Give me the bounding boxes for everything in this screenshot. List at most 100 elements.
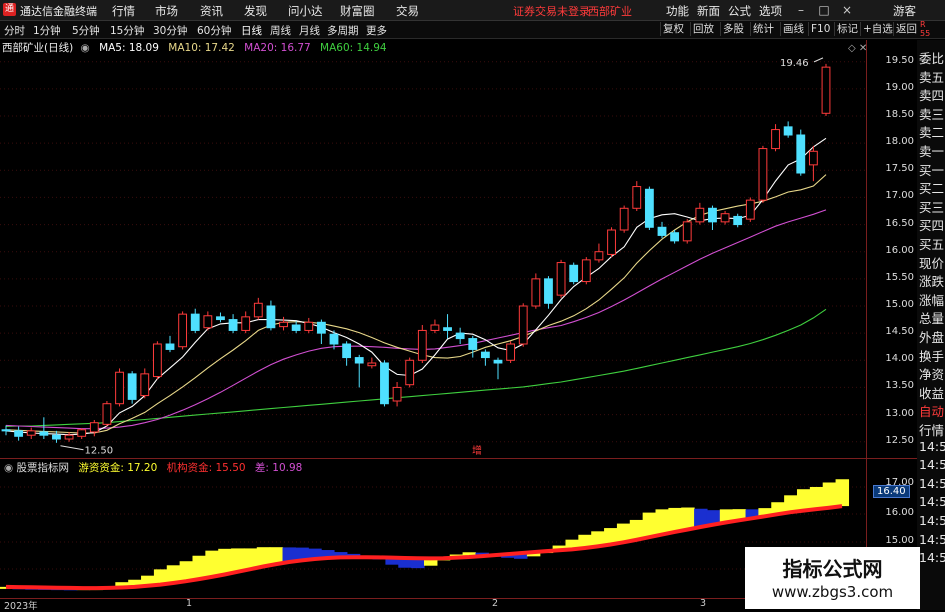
candle[interactable]	[430, 324, 440, 331]
candle[interactable]	[455, 332, 465, 340]
function-button[interactable]: 功能	[666, 3, 689, 19]
candle[interactable]	[115, 371, 124, 405]
candle[interactable]	[253, 302, 263, 318]
panel-toggle[interactable]: R 55	[920, 20, 930, 38]
candle[interactable]	[796, 134, 806, 174]
mark-button[interactable]: 标记	[834, 22, 860, 36]
candle[interactable]	[304, 321, 314, 331]
candle[interactable]	[354, 357, 364, 364]
candle[interactable]	[682, 221, 692, 242]
candle[interactable]	[758, 148, 768, 201]
quote-panel-item[interactable]: 14:5	[919, 457, 945, 472]
period-tab-60min[interactable]: 60分钟	[197, 23, 231, 38]
candle[interactable]	[607, 229, 616, 255]
candle[interactable]	[518, 305, 528, 345]
candle[interactable]	[342, 343, 352, 359]
candle[interactable]	[1, 429, 11, 432]
indicator-settings-icon[interactable]: ◉	[4, 462, 17, 474]
candle[interactable]	[443, 327, 452, 331]
candle[interactable]	[581, 259, 591, 283]
candle[interactable]	[771, 129, 780, 150]
candlestick-chart[interactable]: 19.46 12.50 增	[0, 40, 866, 458]
quote-panel-item[interactable]: 14:5	[919, 439, 945, 454]
candle[interactable]	[644, 188, 654, 228]
candle[interactable]	[52, 434, 61, 440]
period-tab-daily[interactable]: 日线	[241, 23, 262, 38]
period-tab-monthly[interactable]: 月线	[299, 23, 320, 38]
candle[interactable]	[556, 262, 566, 296]
candle[interactable]	[77, 429, 87, 437]
menu-item-trade[interactable]: 交易	[396, 3, 419, 19]
candle[interactable]	[468, 338, 478, 350]
stats-button[interactable]: 统计	[750, 22, 776, 36]
candle[interactable]	[241, 316, 251, 331]
new-page-button[interactable]: 新面	[697, 3, 720, 19]
quote-panel-item[interactable]: 14:5	[919, 513, 945, 528]
candle[interactable]	[670, 232, 680, 242]
candle[interactable]	[544, 278, 553, 304]
period-tab-1min[interactable]: 1分钟	[33, 23, 61, 38]
period-tab-more[interactable]: 更多	[366, 23, 387, 38]
back-button[interactable]: 返回	[893, 22, 919, 36]
candle[interactable]	[216, 316, 225, 321]
candle[interactable]	[102, 403, 112, 425]
candle[interactable]	[190, 313, 200, 331]
candle[interactable]	[140, 373, 150, 397]
chart-options-icon[interactable]: ◇ ✕	[848, 43, 867, 54]
period-tab-multi[interactable]: 多周期	[327, 23, 359, 38]
candle[interactable]	[178, 313, 188, 348]
candle[interactable]	[808, 150, 818, 166]
candle[interactable]	[39, 431, 49, 436]
period-tab-15min[interactable]: 15分钟	[110, 23, 144, 38]
candle[interactable]	[783, 126, 793, 136]
draw-line-button[interactable]: 画线	[780, 22, 806, 36]
adjust-button[interactable]: 复权	[660, 22, 686, 36]
candle[interactable]	[695, 207, 705, 223]
candle[interactable]	[531, 278, 541, 307]
menu-item-wealth[interactable]: 财富圈	[340, 3, 375, 19]
candle[interactable]	[14, 430, 24, 437]
candle[interactable]	[228, 319, 238, 331]
period-tab-weekly[interactable]: 周线	[270, 23, 291, 38]
candle[interactable]	[291, 324, 301, 331]
candle[interactable]	[367, 362, 377, 367]
candle[interactable]	[506, 343, 516, 361]
menu-item-market[interactable]: 市场	[155, 3, 178, 19]
guest-button[interactable]: 游客	[893, 3, 916, 19]
candle[interactable]	[417, 329, 427, 361]
period-tab-5min[interactable]: 5分钟	[72, 23, 100, 38]
candle[interactable]	[203, 315, 213, 329]
candle[interactable]	[279, 321, 288, 328]
candle[interactable]	[152, 343, 162, 378]
candle[interactable]	[821, 66, 831, 114]
candle[interactable]	[594, 251, 604, 261]
candle[interactable]	[619, 207, 629, 231]
menu-item-ask[interactable]: 问小达	[288, 3, 323, 19]
indicator-chart[interactable]	[0, 458, 866, 599]
quote-panel-item[interactable]: 14:5	[919, 532, 945, 547]
candle[interactable]	[657, 226, 667, 236]
close-icon[interactable]: ×	[838, 1, 856, 19]
minimize-icon[interactable]: –	[792, 1, 810, 19]
candle[interactable]	[89, 422, 99, 433]
quote-panel-item[interactable]: 行情	[919, 420, 944, 439]
quote-panel-item[interactable]: 14:5	[919, 476, 945, 491]
quote-panel-item[interactable]: 自动	[919, 401, 944, 420]
candle[interactable]	[405, 359, 415, 386]
period-tab-30min[interactable]: 30分钟	[153, 23, 187, 38]
menu-item-discover[interactable]: 发现	[244, 3, 267, 19]
candle[interactable]	[733, 215, 743, 226]
candle[interactable]	[329, 333, 339, 345]
candle[interactable]	[316, 321, 326, 334]
candle[interactable]	[165, 343, 175, 350]
candle[interactable]	[480, 351, 490, 359]
candle[interactable]	[745, 199, 755, 220]
add-watchlist-button[interactable]: +自选	[860, 22, 895, 36]
menu-item-news[interactable]: 资讯	[200, 3, 223, 19]
settings-icon[interactable]: ◉	[81, 42, 90, 54]
candle[interactable]	[127, 373, 137, 400]
quote-panel-item[interactable]: 14:5	[919, 550, 945, 565]
candle[interactable]	[26, 430, 36, 436]
candle[interactable]	[720, 213, 730, 223]
menu-item-quotes[interactable]: 行情	[112, 3, 135, 19]
